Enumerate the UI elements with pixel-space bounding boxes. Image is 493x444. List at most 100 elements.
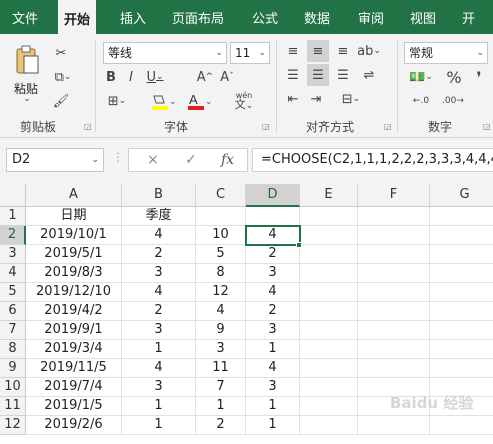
cut-icon[interactable]: ✂ (52, 44, 70, 62)
cell-f6[interactable] (358, 302, 430, 321)
cell-c8[interactable]: 3 (196, 340, 246, 359)
row-header[interactable]: 2 (0, 226, 26, 245)
cell-a10[interactable]: 2019/7/4 (26, 378, 122, 397)
select-all-button[interactable] (0, 184, 26, 207)
cell-e10[interactable] (300, 378, 358, 397)
cell-g4[interactable] (430, 264, 493, 283)
cell-g12[interactable] (430, 416, 493, 435)
cell-b12[interactable]: 1 (122, 416, 196, 435)
cell-c11[interactable]: 1 (196, 397, 246, 416)
number-launcher-icon[interactable]: ◲ (483, 122, 491, 131)
cell-a5[interactable]: 2019/12/10 (26, 283, 122, 302)
cell-a1[interactable]: 日期 (26, 207, 122, 226)
cell-e6[interactable] (300, 302, 358, 321)
row-header[interactable]: 7 (0, 321, 26, 340)
cell-b10[interactable]: 3 (122, 378, 196, 397)
cell-a7[interactable]: 2019/9/1 (26, 321, 122, 340)
align-top-icon[interactable]: ≡ (284, 42, 302, 60)
row-header[interactable]: 12 (0, 416, 26, 435)
cell-d12[interactable]: 1 (246, 416, 300, 435)
tab-page-layout[interactable]: 页面布局 (166, 0, 230, 34)
fill-color-icon[interactable]: ⌄ (150, 92, 176, 112)
row-header[interactable]: 11 (0, 397, 26, 416)
alignment-launcher-icon[interactable]: ◲ (384, 122, 392, 131)
decrease-indent-icon[interactable]: ⇤ (284, 90, 302, 108)
cell-c4[interactable]: 8 (196, 264, 246, 283)
row-header[interactable]: 8 (0, 340, 26, 359)
chevron-down-icon[interactable]: ⌄ (22, 94, 32, 104)
cell-g2[interactable] (430, 226, 493, 245)
increase-indent-icon[interactable]: ⇥ (307, 90, 325, 108)
cell-b4[interactable]: 3 (122, 264, 196, 283)
tab-view[interactable]: 视图 (404, 0, 442, 34)
cell-b8[interactable]: 1 (122, 340, 196, 359)
row-header[interactable]: 4 (0, 264, 26, 283)
cell-f2[interactable] (358, 226, 430, 245)
orientation-icon[interactable]: ab ⌄ (357, 42, 381, 60)
row-header[interactable]: 10 (0, 378, 26, 397)
cell-c7[interactable]: 9 (196, 321, 246, 340)
cell-g3[interactable] (430, 245, 493, 264)
cell-g8[interactable] (430, 340, 493, 359)
cell-g7[interactable] (430, 321, 493, 340)
cell-a4[interactable]: 2019/8/3 (26, 264, 122, 283)
clipboard-launcher-icon[interactable]: ◲ (84, 122, 92, 131)
cell-f3[interactable] (358, 245, 430, 264)
cell-a12[interactable]: 2019/2/6 (26, 416, 122, 435)
cell-b6[interactable]: 2 (122, 302, 196, 321)
name-box[interactable]: D2 ⌄ (6, 148, 104, 172)
column-header-d[interactable]: D (246, 184, 300, 207)
cell-d8[interactable]: 1 (246, 340, 300, 359)
row-header[interactable]: 1 (0, 207, 26, 226)
cell-d11[interactable]: 1 (246, 397, 300, 416)
cell-b2[interactable]: 4 (122, 226, 196, 245)
cell-e4[interactable] (300, 264, 358, 283)
wrap-text-icon[interactable]: ⇌ (358, 66, 380, 84)
percent-icon[interactable]: % (444, 68, 464, 87)
cell-b1[interactable]: 季度 (122, 207, 196, 226)
copy-icon[interactable]: ⧉ ⌄ (50, 68, 76, 86)
tab-review[interactable]: 审阅 (352, 0, 390, 34)
italic-icon[interactable]: I (124, 68, 138, 86)
cell-d2[interactable]: 4 (246, 226, 300, 245)
tab-data[interactable]: 数据 (298, 0, 336, 34)
cell-g1[interactable] (430, 207, 493, 226)
cell-d3[interactable]: 2 (246, 245, 300, 264)
cell-a8[interactable]: 2019/3/4 (26, 340, 122, 359)
cell-d4[interactable]: 3 (246, 264, 300, 283)
tab-formulas[interactable]: 公式 (246, 0, 284, 34)
cell-c10[interactable]: 7 (196, 378, 246, 397)
cell-f4[interactable] (358, 264, 430, 283)
cell-e8[interactable] (300, 340, 358, 359)
cell-f12[interactable] (358, 416, 430, 435)
cell-d6[interactable]: 2 (246, 302, 300, 321)
cell-a11[interactable]: 2019/1/5 (26, 397, 122, 416)
cell-f5[interactable] (358, 283, 430, 302)
tab-file[interactable]: 文件 (6, 0, 44, 34)
phonetic-icon[interactable]: wén 文⌄ (232, 90, 256, 112)
cancel-entry-icon[interactable]: × (147, 149, 159, 171)
cell-e7[interactable] (300, 321, 358, 340)
increase-font-icon[interactable]: A ^ (196, 68, 214, 86)
cell-c3[interactable]: 5 (196, 245, 246, 264)
align-bottom-icon[interactable]: ≡ (334, 42, 352, 60)
decrease-decimal-icon[interactable]: .00→ (440, 92, 466, 110)
cell-a3[interactable]: 2019/5/1 (26, 245, 122, 264)
cell-a2[interactable]: 2019/10/1 (26, 226, 122, 245)
cell-b9[interactable]: 4 (122, 359, 196, 378)
paste-icon[interactable] (14, 44, 40, 76)
cell-d7[interactable]: 3 (246, 321, 300, 340)
cell-d9[interactable]: 4 (246, 359, 300, 378)
column-header-b[interactable]: B (122, 184, 196, 207)
confirm-entry-icon[interactable]: ✓ (185, 149, 197, 171)
cell-f9[interactable] (358, 359, 430, 378)
cell-g5[interactable] (430, 283, 493, 302)
font-size-combo[interactable]: 11 ⌄ (230, 42, 270, 64)
bold-icon[interactable]: B (104, 68, 118, 86)
cell-a6[interactable]: 2019/4/2 (26, 302, 122, 321)
column-header-g[interactable]: G (430, 184, 493, 207)
formula-input[interactable]: =CHOOSE(C2,1,1,1,2,2,2,3,3,3,4,4,4) (252, 148, 493, 172)
cell-e11[interactable] (300, 397, 358, 416)
cell-g9[interactable] (430, 359, 493, 378)
font-name-combo[interactable]: 等线 ⌄ (103, 42, 227, 64)
